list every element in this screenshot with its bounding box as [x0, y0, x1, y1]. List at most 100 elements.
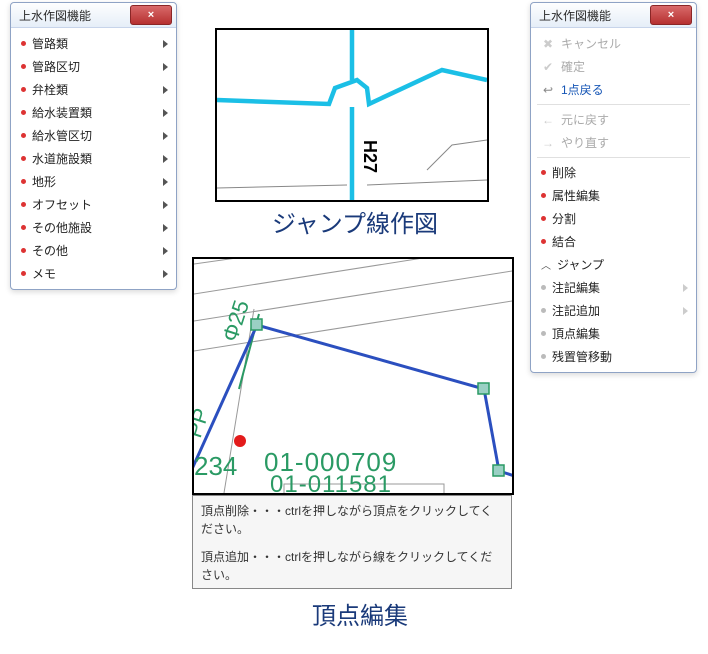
- back-icon: ↩: [541, 83, 555, 97]
- action-label: 分割: [552, 210, 576, 227]
- chevron-right-icon: [163, 247, 168, 255]
- action-label: 元に戻す: [561, 111, 609, 128]
- action-label: やり直す: [561, 134, 609, 151]
- menu-item-other[interactable]: その他: [11, 239, 176, 262]
- action-label: 削除: [552, 164, 576, 181]
- left-panel: 上水作図機能 × 管路類 管路区切 弁栓類 給水装置類 給水管区切 水道施設類 …: [10, 2, 177, 290]
- chevron-right-icon: [163, 109, 168, 117]
- action-label: 1点戻る: [561, 81, 604, 98]
- figure-vertex-edit: Φ25 PP 234 01-000709 01-011581: [192, 257, 514, 495]
- instruction-line2: 頂点追加・・・ctrlを押しながら線をクリックしてください。: [201, 548, 503, 584]
- menu-label: オフセット: [32, 196, 92, 213]
- menu-label: 管路区切: [32, 58, 80, 75]
- bullet-icon: [21, 179, 26, 184]
- menu-item-memo[interactable]: メモ: [11, 262, 176, 285]
- menu-item-pipeline[interactable]: 管路類: [11, 32, 176, 55]
- figure-jump-line: H27: [215, 28, 489, 202]
- chevron-right-icon: [163, 178, 168, 186]
- bullet-icon: [21, 41, 26, 46]
- bullet-icon: [541, 354, 546, 359]
- left-panel-title: 上水作図機能: [19, 7, 91, 24]
- action-delete[interactable]: 削除: [531, 161, 696, 184]
- bullet-icon: [541, 193, 546, 198]
- arrow-left-icon: ←: [541, 113, 555, 127]
- right-panel-title: 上水作図機能: [539, 7, 611, 24]
- bullet-icon: [21, 202, 26, 207]
- bullet-icon: [21, 248, 26, 253]
- menu-item-other-facility[interactable]: その他施設: [11, 216, 176, 239]
- action-label: ジャンプ: [557, 256, 604, 273]
- action-label: 属性編集: [552, 187, 600, 204]
- chevron-right-icon: [163, 63, 168, 71]
- bullet-icon: [541, 331, 546, 336]
- action-label: 頂点編集: [552, 325, 600, 342]
- action-attr-edit[interactable]: 属性編集: [531, 184, 696, 207]
- action-back-one[interactable]: ↩ 1点戻る: [531, 78, 696, 101]
- cancel-icon: ✖: [541, 37, 555, 51]
- right-panel-titlebar[interactable]: 上水作図機能 ×: [531, 3, 696, 28]
- jump-line-svg: [217, 30, 487, 200]
- instruction-box: 頂点削除・・・ctrlを押しながら頂点をクリックしてください。 頂点追加・・・c…: [192, 495, 512, 589]
- action-jump[interactable]: ︿ ジャンプ: [531, 253, 696, 276]
- bullet-icon: [541, 170, 546, 175]
- menu-item-pipe-section[interactable]: 管路区切: [11, 55, 176, 78]
- action-split[interactable]: 分割: [531, 207, 696, 230]
- figure2-code2: 01-011581: [270, 471, 392, 495]
- arrow-right-icon: →: [541, 136, 555, 150]
- action-label: 確定: [561, 58, 585, 75]
- close-icon: ×: [668, 10, 674, 21]
- menu-item-supply-pipe-section[interactable]: 給水管区切: [11, 124, 176, 147]
- menu-label: 管路類: [32, 35, 68, 52]
- separator: [537, 157, 690, 158]
- action-label: 残置管移動: [552, 348, 612, 365]
- chevron-up-icon: ︿: [541, 257, 551, 272]
- check-icon: ✔: [541, 60, 555, 74]
- bullet-icon: [541, 239, 546, 244]
- menu-item-valve[interactable]: 弁栓類: [11, 78, 176, 101]
- chevron-right-icon: [163, 86, 168, 94]
- chevron-right-icon: [163, 270, 168, 278]
- menu-label: メモ: [32, 265, 56, 282]
- action-undo: ← 元に戻す: [531, 108, 696, 131]
- figure1-caption: ジャンプ線作図: [215, 204, 495, 239]
- bullet-icon: [21, 156, 26, 161]
- instruction-line1: 頂点削除・・・ctrlを押しながら頂点をクリックしてください。: [201, 502, 503, 538]
- menu-label: 給水管区切: [32, 127, 92, 144]
- action-cancel: ✖ キャンセル: [531, 32, 696, 55]
- menu-label: 弁栓類: [32, 81, 68, 98]
- close-button[interactable]: ×: [650, 5, 692, 25]
- close-button[interactable]: ×: [130, 5, 172, 25]
- bullet-icon: [21, 225, 26, 230]
- action-label: 注記追加: [552, 302, 600, 319]
- chevron-right-icon: [683, 284, 688, 292]
- bullet-icon: [541, 216, 546, 221]
- action-join[interactable]: 結合: [531, 230, 696, 253]
- bullet-icon: [21, 271, 26, 276]
- action-vertex-edit[interactable]: 頂点編集: [531, 322, 696, 345]
- bullet-icon: [21, 64, 26, 69]
- action-redo: → やり直す: [531, 131, 696, 154]
- chevron-right-icon: [163, 155, 168, 163]
- chevron-right-icon: [163, 224, 168, 232]
- menu-item-terrain[interactable]: 地形: [11, 170, 176, 193]
- figure2-caption: 頂点編集: [270, 596, 450, 631]
- figure2-numleft: 234: [194, 451, 237, 482]
- action-abandoned-move[interactable]: 残置管移動: [531, 345, 696, 368]
- action-label: 注記編集: [552, 279, 600, 296]
- action-label: 結合: [552, 233, 576, 250]
- close-icon: ×: [148, 10, 154, 21]
- action-note-edit[interactable]: 注記編集: [531, 276, 696, 299]
- bullet-icon: [21, 87, 26, 92]
- action-label: キャンセル: [561, 35, 621, 52]
- menu-item-waterworks[interactable]: 水道施設類: [11, 147, 176, 170]
- bullet-icon: [541, 285, 546, 290]
- menu-item-supply-device[interactable]: 給水装置類: [11, 101, 176, 124]
- menu-label: その他: [32, 242, 68, 259]
- action-note-add[interactable]: 注記追加: [531, 299, 696, 322]
- menu-label: 給水装置類: [32, 104, 92, 121]
- left-panel-body: 管路類 管路区切 弁栓類 給水装置類 給水管区切 水道施設類 地形 オフセット …: [11, 28, 176, 289]
- menu-label: 地形: [32, 173, 56, 190]
- left-panel-titlebar[interactable]: 上水作図機能 ×: [11, 3, 176, 28]
- chevron-right-icon: [683, 307, 688, 315]
- menu-item-offset[interactable]: オフセット: [11, 193, 176, 216]
